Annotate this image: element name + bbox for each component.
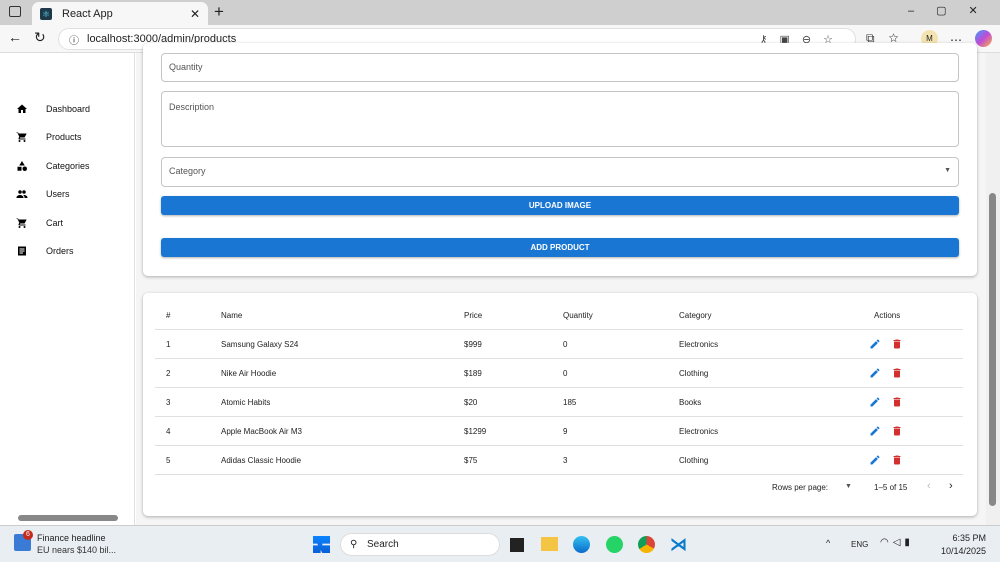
- quantity-field[interactable]: Quantity: [161, 53, 959, 82]
- vertical-scrollbar[interactable]: [986, 53, 1000, 525]
- info-icon: ⓘ: [69, 35, 79, 47]
- products-table-card: # Name Price Quantity Category Actions 1…: [143, 293, 977, 516]
- table-row: 1 Samsung Galaxy S24 $999 0 Electronics: [155, 330, 963, 359]
- reload-icon[interactable]: ↻: [34, 29, 46, 46]
- rows-per-page-label: Rows per page:: [772, 483, 829, 492]
- delete-icon[interactable]: [891, 425, 903, 437]
- taskbar-search[interactable]: ⚲ Search: [340, 533, 500, 556]
- edit-icon[interactable]: [869, 338, 881, 350]
- sidebar-toggle-icon[interactable]: [9, 6, 21, 17]
- category-icon: [17, 161, 27, 171]
- table-row: 5 Adidas Classic Hoodie $75 3 Clothing: [155, 446, 963, 475]
- cell-price: $1299: [464, 427, 487, 436]
- close-tab-icon[interactable]: ✕: [190, 7, 200, 21]
- file-explorer-icon[interactable]: [541, 537, 558, 551]
- tab-bar: ⚛ React App ✕ + –▢✕: [0, 0, 1000, 25]
- chrome-icon[interactable]: [638, 536, 655, 553]
- cell-category: Clothing: [679, 369, 709, 378]
- taskbar: 6 Finance headline EU nears $140 bil... …: [0, 525, 1000, 562]
- cart-icon: [16, 218, 27, 228]
- table-header: # Name Price Quantity Category Actions: [155, 301, 963, 330]
- dropdown-arrow-icon: ▼: [944, 167, 951, 174]
- upload-image-button[interactable]: UPLOAD IMAGE: [161, 196, 959, 215]
- sidebar-item-cart[interactable]: Cart: [16, 217, 63, 229]
- edge-icon[interactable]: [573, 536, 590, 553]
- clock[interactable]: 6:35 PM 10/14/2025: [940, 533, 986, 556]
- cell-category: Clothing: [679, 456, 709, 465]
- notification-badge: 6: [23, 530, 33, 540]
- cell-quantity: 185: [563, 398, 577, 407]
- cell-price: $20: [464, 398, 478, 407]
- delete-icon[interactable]: [891, 454, 903, 466]
- wifi-volume-battery-icon[interactable]: ◠◁▮: [880, 537, 914, 548]
- back-icon[interactable]: ←: [8, 29, 22, 45]
- windows-start-icon[interactable]: [313, 536, 330, 553]
- cell-name: Apple MacBook Air M3: [221, 427, 302, 436]
- cell-index: 1: [166, 340, 171, 349]
- cell-index: 3: [166, 398, 171, 407]
- cell-category: Books: [679, 398, 702, 407]
- delete-icon[interactable]: [891, 338, 903, 350]
- edit-icon[interactable]: [869, 396, 881, 408]
- home-icon: [17, 104, 27, 113]
- vscode-icon[interactable]: ⋊: [670, 535, 687, 555]
- rows-per-page-select[interactable]: ▼: [845, 483, 852, 490]
- description-field[interactable]: Description: [161, 91, 959, 147]
- edit-icon[interactable]: [869, 425, 881, 437]
- horizontal-scrollbar[interactable]: [4, 514, 128, 522]
- table-row: 4 Apple MacBook Air M3 $1299 9 Electronics: [155, 417, 963, 446]
- language-indicator[interactable]: ENG: [851, 540, 868, 549]
- delete-icon[interactable]: [891, 367, 903, 379]
- sidebar-item-categories[interactable]: Categories: [16, 160, 90, 172]
- product-form-card: Quantity Description Category ▼ UPLOAD IM…: [143, 43, 977, 276]
- list-icon: [18, 246, 26, 256]
- delete-icon[interactable]: [891, 396, 903, 408]
- edit-icon[interactable]: [869, 454, 881, 466]
- sidebar: Dashboard Products Categories Users Cart…: [0, 53, 135, 525]
- pagination-range: 1–5 of 15: [874, 483, 908, 492]
- cell-name: Adidas Classic Hoodie: [221, 456, 302, 465]
- add-product-button[interactable]: ADD PRODUCT: [161, 238, 959, 257]
- cell-index: 4: [166, 427, 171, 436]
- people-icon: [16, 190, 28, 198]
- cell-index: 2: [166, 369, 171, 378]
- table-row: 3 Atomic Habits $20 185 Books: [155, 388, 963, 417]
- next-page-icon[interactable]: ›: [949, 480, 953, 492]
- news-title[interactable]: Finance headline: [37, 533, 106, 543]
- copilot-icon[interactable]: [975, 30, 992, 47]
- cell-name: Nike Air Hoodie: [221, 369, 277, 378]
- sidebar-item-products[interactable]: Products: [16, 131, 82, 143]
- sidebar-item-dashboard[interactable]: Dashboard: [16, 103, 90, 115]
- cell-quantity: 0: [563, 369, 568, 378]
- edit-icon[interactable]: [869, 367, 881, 379]
- prev-page-icon[interactable]: ‹: [927, 480, 931, 492]
- new-tab-icon[interactable]: +: [214, 2, 224, 22]
- cell-price: $999: [464, 340, 482, 349]
- news-subtitle[interactable]: EU nears $140 bil...: [37, 545, 116, 555]
- cell-category: Electronics: [679, 427, 719, 436]
- window-controls[interactable]: –▢✕: [908, 4, 1000, 17]
- cell-price: $75: [464, 456, 478, 465]
- cell-quantity: 3: [563, 456, 568, 465]
- main-content: Quantity Description Category ▼ UPLOAD IM…: [136, 43, 986, 525]
- cell-name: Samsung Galaxy S24: [221, 340, 299, 349]
- tray-chevron-icon[interactable]: ^: [826, 538, 830, 548]
- react-logo-icon: ⚛: [40, 7, 52, 20]
- cell-quantity: 9: [563, 427, 568, 436]
- tab-react-app[interactable]: ⚛ React App ✕: [32, 2, 208, 25]
- table-row: 2 Nike Air Hoodie $189 0 Clothing: [155, 359, 963, 388]
- cell-quantity: 0: [563, 340, 568, 349]
- cell-category: Electronics: [679, 340, 719, 349]
- sidebar-item-orders[interactable]: Orders: [16, 245, 74, 257]
- sidebar-item-users[interactable]: Users: [16, 188, 70, 200]
- cell-name: Atomic Habits: [221, 398, 271, 407]
- cart-icon: [16, 132, 27, 142]
- cell-index: 5: [166, 456, 171, 465]
- task-view-icon[interactable]: [510, 538, 524, 552]
- whatsapp-icon[interactable]: [606, 536, 623, 553]
- search-icon: ⚲: [350, 539, 358, 550]
- category-select[interactable]: Category ▼: [161, 157, 959, 187]
- cell-price: $189: [464, 369, 482, 378]
